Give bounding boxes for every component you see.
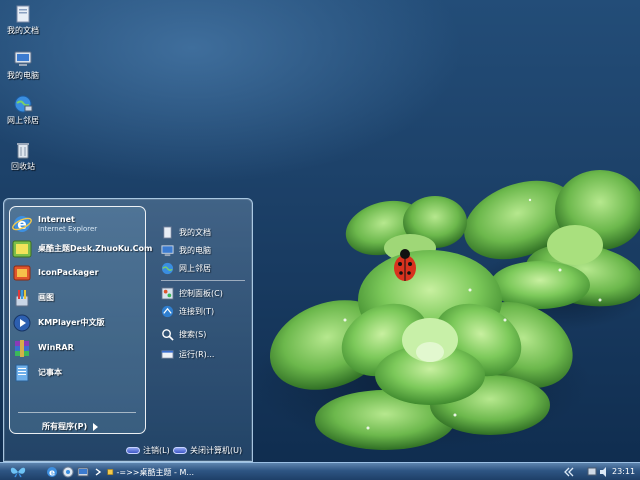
menu-item-label: 我的电脑 — [179, 245, 211, 255]
menu-item-search[interactable]: 搜索(S) — [161, 326, 206, 342]
paint-icon — [15, 290, 29, 307]
menu-item-my-computer[interactable]: 我的电脑 — [161, 242, 211, 258]
start-menu: e Internet Internet Explorer 桌酷主题Desk.Zh… — [3, 198, 253, 462]
menu-item-network-places[interactable]: 网上邻居 — [161, 260, 211, 276]
shut-down-icon — [173, 447, 187, 454]
tray-expand-icon[interactable] — [564, 467, 574, 477]
menu-item-my-documents[interactable]: 我的文档 — [161, 224, 211, 240]
menu-item-run[interactable]: 运行(R)... — [161, 346, 214, 362]
all-programs-label: 所有程序(P) — [42, 422, 88, 431]
network-globe-icon — [14, 95, 33, 113]
menu-item-label: 我的文档 — [179, 227, 211, 237]
start-button[interactable] — [6, 465, 30, 479]
quicklaunch-desktop-icon[interactable] — [77, 466, 89, 478]
computer-icon — [161, 244, 174, 256]
desktop-icon-label: 我的电脑 — [7, 71, 39, 80]
start-butterfly-icon — [10, 467, 26, 478]
notepad-icon — [15, 364, 29, 382]
control-panel-icon — [161, 286, 174, 300]
winrar-icon — [15, 340, 29, 357]
shut-down-label: 关闭计算机(U) — [190, 446, 243, 455]
network-icon — [161, 262, 174, 274]
right-separator — [161, 280, 245, 281]
pinned-item-notepad[interactable]: 记事本 — [12, 361, 140, 385]
window-icon — [107, 469, 114, 475]
pinned-item-winrar[interactable]: WinRAR — [12, 336, 140, 360]
pinned-item-zhuoku-theme[interactable]: 桌酷主题Desk.ZhuoKu.Com — [12, 237, 152, 261]
desktop-icon-network-places[interactable]: 网上邻居 — [2, 94, 44, 126]
pinned-item-paint[interactable]: 画图 — [12, 286, 140, 310]
computer-icon — [14, 51, 32, 66]
desktop-icon-recycle-bin[interactable]: 回收站 — [2, 140, 44, 172]
taskbar: e -=>>桌酷主题 - M... 23:11 — [0, 462, 640, 480]
pinned-item-title: WinRAR — [38, 343, 74, 352]
log-off-button[interactable]: 注销(L) — [126, 445, 170, 456]
pinned-item-iconpackager[interactable]: IconPackager — [12, 261, 140, 285]
all-programs-button[interactable]: 所有程序(P) — [42, 421, 99, 432]
log-off-icon — [126, 447, 140, 454]
menu-item-connect-to[interactable]: 连接到(T) — [161, 303, 214, 319]
desktop-icon-label: 网上邻居 — [7, 116, 39, 125]
svg-text:e: e — [49, 469, 55, 479]
documents-icon — [163, 225, 172, 239]
menu-item-label: 搜索(S) — [179, 329, 207, 339]
pinned-item-title: IconPackager — [38, 268, 99, 277]
pinned-item-kmplayer[interactable]: KMPlayer中文版 — [12, 311, 140, 335]
tray-volume-icon[interactable] — [600, 467, 606, 477]
desktop-icon-label: 我的文档 — [7, 26, 39, 35]
connect-icon — [161, 305, 174, 317]
pinned-item-title: 画图 — [38, 293, 54, 302]
theme-icon — [12, 240, 32, 258]
pinned-item-subtitle: Internet Explorer — [38, 224, 98, 233]
arrow-right-icon — [93, 422, 99, 431]
desktop-icon-my-computer[interactable]: 我的电脑 — [2, 49, 44, 81]
taskbar-clock[interactable]: 23:11 — [612, 466, 635, 478]
ie-icon: e — [12, 216, 32, 233]
iconpackager-icon — [13, 265, 31, 281]
search-icon — [162, 328, 174, 341]
menu-item-label: 连接到(T) — [179, 306, 215, 316]
menu-item-control-panel[interactable]: 控制面板(C) — [161, 285, 223, 301]
quicklaunch-ie-icon[interactable]: e — [46, 466, 58, 478]
folder-icon — [16, 5, 30, 23]
tray-network-icon[interactable] — [587, 467, 597, 476]
pinned-item-title: Internet — [38, 214, 75, 224]
shut-down-button[interactable]: 关闭计算机(U) — [173, 445, 242, 456]
taskbar-window-label: -=>>桌酷主题 - M... — [116, 467, 195, 477]
pinned-item-title: 记事本 — [38, 368, 62, 377]
quicklaunch-browser-icon[interactable] — [62, 466, 74, 478]
run-icon — [161, 349, 174, 359]
quicklaunch-expand-icon[interactable] — [92, 466, 104, 478]
desktop-icon-my-documents[interactable]: 我的文档 — [2, 4, 44, 36]
pinned-item-title: KMPlayer中文版 — [38, 318, 105, 327]
taskbar-window-button[interactable]: -=>>桌酷主题 - M... — [104, 465, 194, 479]
desktop-icon-label: 回收站 — [11, 162, 35, 171]
pinned-item-title: 桌酷主题Desk.ZhuoKu.Com — [38, 244, 153, 253]
recycle-bin-icon — [17, 143, 29, 159]
menu-item-label: 网上邻居 — [179, 263, 211, 273]
menu-item-label: 控制面板(C) — [179, 288, 223, 298]
log-off-label: 注销(L) — [143, 446, 170, 455]
kmplayer-icon — [13, 314, 31, 332]
pinned-separator — [18, 412, 136, 413]
menu-item-label: 运行(R)... — [179, 349, 215, 359]
pinned-item-internet-explorer[interactable]: e Internet Internet Explorer — [12, 212, 140, 236]
